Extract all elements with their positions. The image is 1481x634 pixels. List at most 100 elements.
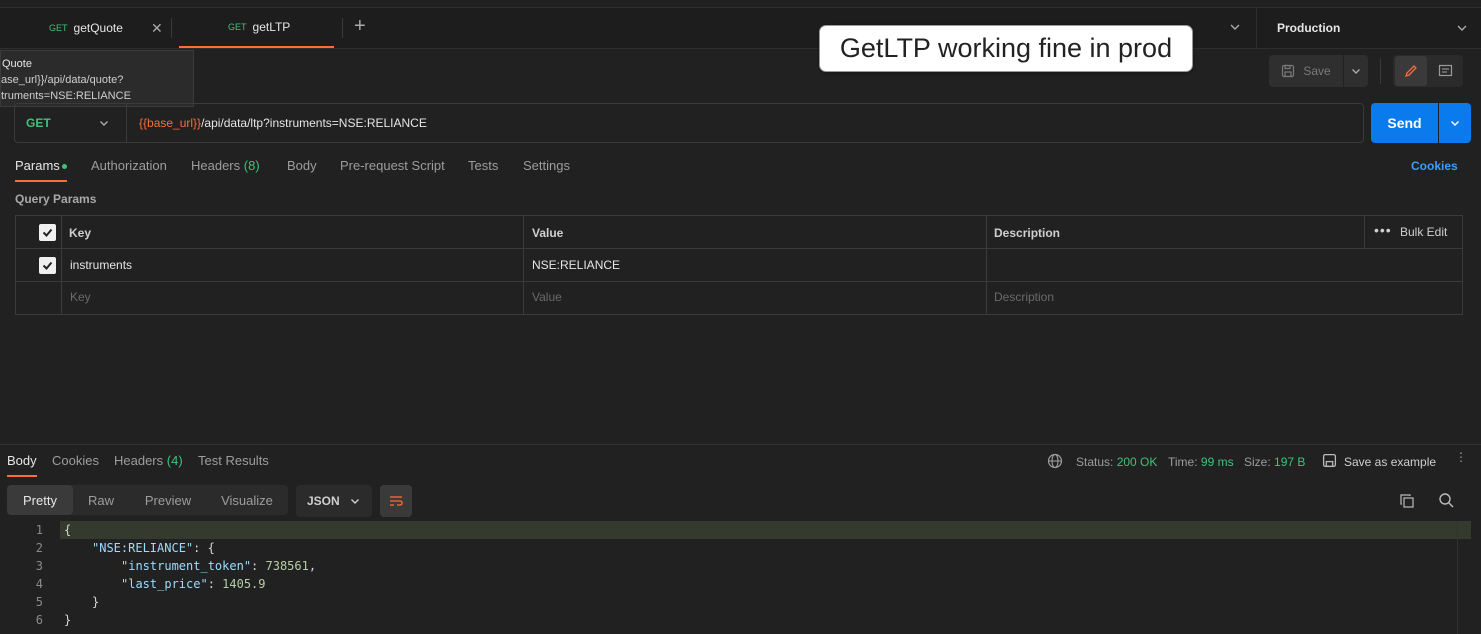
wrap-lines-button[interactable]	[380, 485, 412, 517]
cookies-link[interactable]: Cookies	[1411, 159, 1458, 173]
globe-icon[interactable]	[1047, 453, 1063, 472]
line-number: 6	[35, 613, 43, 627]
tab-pre-request-script[interactable]: Pre-request Script	[340, 158, 445, 173]
time-label: Time:	[1168, 455, 1198, 469]
code-line: }	[64, 613, 72, 627]
tooltip-title: Quote	[2, 58, 32, 70]
format-label: JSON	[307, 494, 340, 508]
environment-selector[interactable]: Production	[1256, 8, 1481, 48]
tab-divider	[342, 18, 343, 38]
column-divider	[523, 216, 524, 314]
code-line: {	[64, 523, 72, 537]
save-as-example-button[interactable]: Save as example	[1344, 455, 1436, 469]
send-dropdown-button[interactable]	[1439, 103, 1471, 143]
plus-icon[interactable]: +	[354, 16, 372, 37]
param-description-placeholder[interactable]: Description	[994, 290, 1054, 304]
mode-pretty[interactable]: Pretty	[7, 485, 73, 515]
tab-label: getLTP	[252, 20, 291, 34]
param-value-placeholder[interactable]: Value	[532, 290, 562, 304]
wrap-lines-icon	[390, 496, 403, 506]
mode-raw[interactable]: Raw	[75, 485, 127, 515]
param-key[interactable]: instruments	[70, 258, 132, 272]
copy-icon[interactable]	[1399, 493, 1415, 512]
save-dropdown-button[interactable]	[1344, 55, 1368, 87]
tab-divider	[171, 18, 172, 38]
tab-tooltip: Quote ase_url}}/api/data/quote? truments…	[0, 50, 194, 107]
response-tab-cookies[interactable]: Cookies	[52, 453, 99, 468]
url-input[interactable]: {{base_url}}/api/data/ltp?instruments=NS…	[126, 103, 1364, 143]
response-tab-body[interactable]: Body	[7, 453, 37, 468]
method-label: GET	[26, 116, 51, 130]
status-value: 200 OK	[1116, 455, 1158, 469]
column-divider	[1364, 216, 1365, 248]
param-value[interactable]: NSE:RELIANCE	[532, 258, 620, 272]
close-icon[interactable]: ✕	[151, 20, 163, 37]
tab-headers[interactable]: Headers (8)	[191, 158, 260, 173]
size-label: Size:	[1244, 455, 1271, 469]
json-key: "last_price"	[121, 577, 208, 591]
mode-preview[interactable]: Preview	[133, 485, 203, 515]
code-line: "last_price": 1405.9	[121, 577, 266, 591]
tab-label: getQuote	[73, 21, 123, 35]
size-value: 197 B	[1274, 455, 1306, 469]
save-icon	[1322, 453, 1337, 471]
line-number: 5	[35, 595, 43, 609]
send-button[interactable]: Send	[1371, 103, 1438, 143]
more-options-icon[interactable]: ⋮	[1455, 450, 1467, 464]
tab-params[interactable]: Params	[15, 158, 60, 173]
tab-settings[interactable]: Settings	[523, 158, 570, 173]
tab-getltp[interactable]: GET getLTP	[179, 8, 334, 48]
response-headers-label: Headers	[114, 453, 164, 468]
param-enabled-checkbox[interactable]	[39, 257, 56, 274]
code-line: "NSE:RELIANCE": {	[92, 541, 215, 555]
json-punct: : {	[193, 541, 215, 555]
format-select[interactable]: JSON	[296, 485, 372, 517]
chevron-down-icon	[351, 499, 359, 504]
save-button[interactable]: Save	[1269, 55, 1343, 87]
status-label: Status:	[1076, 455, 1114, 469]
tab-headers-label: Headers	[191, 158, 241, 173]
comments-button[interactable]	[1429, 56, 1461, 86]
bulk-edit-link[interactable]: Bulk Edit	[1400, 225, 1447, 239]
select-all-checkbox[interactable]	[39, 224, 56, 241]
chevron-down-icon	[1352, 69, 1360, 74]
tab-tests[interactable]: Tests	[468, 158, 498, 173]
chevron-down-icon	[1457, 25, 1467, 31]
tooltip-url-line-1: ase_url}}/api/data/quote?	[1, 74, 124, 86]
checkmark-icon	[42, 261, 53, 270]
code-scrollbar[interactable]	[1457, 521, 1472, 634]
edit-button[interactable]	[1395, 56, 1427, 86]
status-readout: Status: 200 OK	[1076, 455, 1157, 469]
params-active-dot	[62, 164, 67, 169]
tab-authorization[interactable]: Authorization	[91, 158, 167, 173]
response-tab-test-results[interactable]: Test Results	[198, 453, 269, 468]
code-line: }	[92, 595, 100, 609]
param-key-placeholder[interactable]: Key	[70, 290, 91, 304]
active-tab-indicator	[15, 180, 67, 182]
environment-label: Production	[1277, 21, 1341, 35]
line-number: 1	[35, 523, 43, 537]
line-number: 2	[35, 541, 43, 555]
chevron-down-icon	[100, 121, 108, 126]
tooltip-url-line-2: truments=NSE:RELIANCE	[1, 90, 131, 102]
chevron-down-icon	[1451, 121, 1459, 126]
json-punct: ,	[308, 559, 317, 573]
more-options-icon[interactable]: •••	[1374, 222, 1392, 238]
json-number: 738561	[265, 559, 309, 573]
line-number: 4	[35, 577, 43, 591]
code-line: "instrument_token": 738561,	[121, 559, 317, 573]
row-divider	[16, 281, 1462, 282]
chevron-down-icon[interactable]	[1228, 20, 1242, 37]
headers-count: (8)	[243, 158, 260, 173]
tab-method: GET	[49, 23, 68, 33]
row-divider	[16, 248, 1462, 249]
time-value: 99 ms	[1200, 455, 1234, 469]
method-select[interactable]: GET	[14, 103, 126, 143]
tab-body[interactable]: Body	[287, 158, 317, 173]
mode-visualize[interactable]: Visualize	[209, 485, 285, 515]
query-params-table: Key Value Description ••• Bulk Edit inst…	[15, 215, 1463, 315]
tab-getquote[interactable]: GET getQuote ✕	[49, 8, 174, 48]
search-icon[interactable]	[1438, 492, 1455, 512]
current-line-highlight	[60, 521, 1471, 539]
response-tab-headers[interactable]: Headers (4)	[114, 453, 183, 468]
